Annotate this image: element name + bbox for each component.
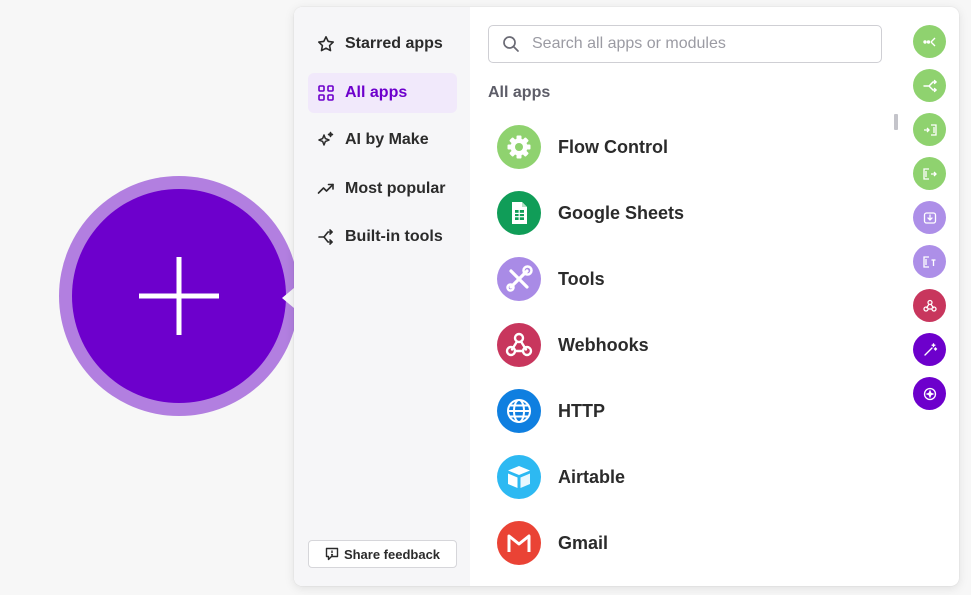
- app-name: Gmail: [558, 532, 609, 553]
- webhook-icon: [922, 299, 937, 312]
- gear-icon: [497, 125, 541, 169]
- router-split-icon: [922, 79, 937, 92]
- sidebar-item-ai-by-make[interactable]: AI by Make: [308, 120, 457, 160]
- search-input[interactable]: [530, 34, 864, 54]
- sidebar-item-built-in-tools[interactable]: Built-in tools: [308, 217, 457, 257]
- rail-button-webhooks[interactable]: [913, 289, 946, 322]
- rail-button-text-aggregator[interactable]: [913, 245, 946, 278]
- plus-icon: [139, 257, 219, 335]
- webhook-icon: [497, 323, 541, 367]
- app-name: Tools: [558, 268, 605, 289]
- rail-button-aggregator[interactable]: [913, 157, 946, 190]
- add-module-button[interactable]: [72, 189, 286, 403]
- sidebar-item-label: Most popular: [345, 180, 446, 197]
- app-name: Google Sheets: [558, 202, 685, 223]
- app-name: Webhooks: [558, 334, 649, 355]
- app-row-http[interactable]: HTTP: [497, 386, 877, 436]
- branch-icon: [317, 228, 335, 246]
- rail-button-ai[interactable]: [913, 377, 946, 410]
- app-name: Flow Control: [558, 136, 668, 157]
- app-row-gmail[interactable]: Gmail: [497, 518, 877, 568]
- star-icon: [317, 35, 335, 53]
- sidebar-item-label: Starred apps: [345, 35, 443, 52]
- wrench-screwdriver-icon: [497, 257, 541, 301]
- share-feedback-label: Share feedback: [343, 546, 441, 562]
- rail-button-flow-route[interactable]: [913, 25, 946, 58]
- magic-wand-icon: [923, 342, 937, 356]
- rail-button-tools[interactable]: [913, 333, 946, 366]
- spreadsheet-icon: [497, 191, 541, 235]
- dots-route-icon: [922, 37, 935, 46]
- app-picker-popover: Starred apps All apps AI by Make Most po…: [294, 7, 959, 586]
- search-box: [488, 25, 882, 63]
- text-aggregator-icon: [922, 255, 935, 268]
- app-row-webhooks[interactable]: Webhooks: [497, 320, 877, 370]
- download-box-icon: [923, 211, 936, 224]
- popover-pointer: [282, 288, 294, 308]
- sidebar-item-label: Built-in tools: [345, 228, 443, 245]
- scrollbar[interactable]: [894, 114, 898, 130]
- ai-plus-icon: [923, 387, 936, 400]
- iterator-in-icon: [923, 123, 937, 136]
- app-row-flow-control[interactable]: Flow Control: [497, 122, 877, 172]
- app-row-tools[interactable]: Tools: [497, 254, 877, 304]
- rail-button-download[interactable]: [913, 201, 946, 234]
- sidebar-item-most-popular[interactable]: Most popular: [308, 169, 457, 209]
- app-row-airtable[interactable]: Airtable: [497, 452, 877, 502]
- sidebar-item-all-apps[interactable]: All apps: [308, 73, 457, 113]
- message-icon: [325, 547, 339, 561]
- app-row-google-sheets[interactable]: Google Sheets: [497, 188, 877, 238]
- section-title: All apps: [488, 84, 551, 101]
- share-feedback-button[interactable]: Share feedback: [308, 540, 457, 568]
- trending-up-icon: [317, 180, 335, 198]
- globe-icon: [497, 389, 541, 433]
- grid-icon: [317, 84, 335, 102]
- rail-button-iterator[interactable]: [913, 113, 946, 146]
- sparkles-icon: [317, 131, 335, 149]
- search-icon: [502, 35, 520, 53]
- airtable-box-icon: [497, 455, 541, 499]
- app-name: HTTP: [558, 400, 605, 421]
- category-sidebar: Starred apps All apps AI by Make Most po…: [294, 7, 470, 586]
- sidebar-item-label: All apps: [345, 84, 408, 101]
- sidebar-item-starred-apps[interactable]: Starred apps: [308, 24, 457, 64]
- aggregator-out-icon: [922, 167, 937, 180]
- app-name: Airtable: [558, 466, 626, 487]
- gmail-m-icon: [497, 521, 541, 565]
- rail-button-router[interactable]: [913, 69, 946, 102]
- sidebar-item-label: AI by Make: [345, 131, 429, 148]
